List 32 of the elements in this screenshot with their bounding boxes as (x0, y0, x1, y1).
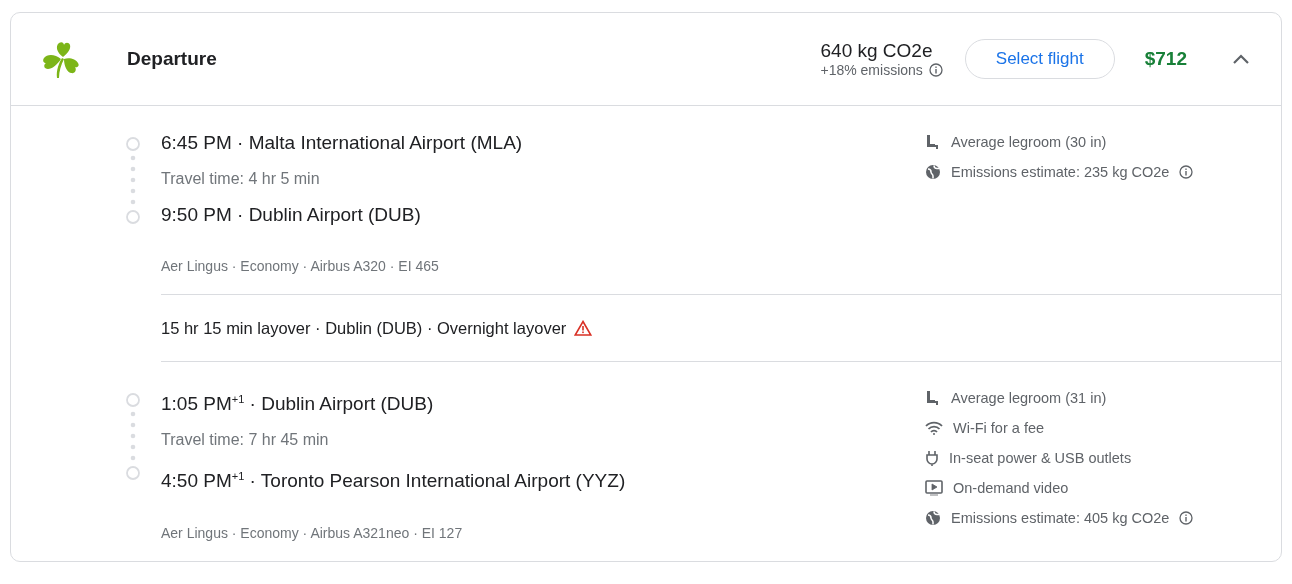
departure-time-airport: 6:45 PM · Malta International Airport (MLA) (161, 131, 524, 155)
amenity-text: Wi-Fi for a fee (953, 420, 1045, 436)
travel-time: Travel time: 7 hr 45 min (161, 431, 330, 450)
arrival-time-airport: 9:50 PM · Dublin Airport (DUB) (161, 203, 422, 227)
info-icon (1179, 511, 1194, 525)
seat-icon (925, 390, 941, 406)
video-icon (925, 480, 943, 496)
arrival-time-airport: 4:50 PM$^{+1}$ · Toronto Pearson International Airport (YYZ) (161, 469, 627, 494)
plug-icon (925, 450, 939, 466)
amenity-text: Emissions estimate: 405 kg CO2e (951, 510, 1170, 526)
select-flight-button[interactable]: Select flight (964, 39, 1115, 79)
globe-icon (925, 510, 941, 526)
section-title: Departure (127, 48, 218, 70)
amenity-text: On-demand video (953, 480, 1069, 496)
emissions-total: 640 kg CO2e (820, 40, 934, 62)
travel-time: Travel time: 4 hr 5 min (161, 170, 321, 188)
amenity-text: Average legroom (30 in) (951, 134, 1107, 150)
info-icon (928, 63, 943, 77)
departure-time-airport: 1:05 PM$^{+1}$ · Dublin Airport (DUB) (161, 392, 435, 417)
flight-details: Aer Lingus · Economy · Airbus A320 · EI 465 (161, 258, 440, 274)
price: $712 (1144, 48, 1187, 70)
info-icon (1179, 165, 1194, 179)
amenity-text: In-seat power & USB outlets (949, 450, 1132, 466)
amenity-text: Average legroom (31 in) (951, 390, 1107, 406)
seat-icon (925, 134, 941, 150)
amenity-text: Emissions estimate: 235 kg CO2e (951, 164, 1170, 180)
flight-details: Aer Lingus · Economy · Airbus A321neo · EI 127 (161, 524, 464, 541)
layover-info: 15 hr 15 min layover · Dublin (DUB) · Overnight layover (161, 318, 567, 338)
warning-icon (574, 320, 593, 336)
emissions-delta: +18% emissions (820, 62, 923, 78)
globe-icon (925, 164, 941, 180)
wifi-icon (925, 421, 943, 435)
